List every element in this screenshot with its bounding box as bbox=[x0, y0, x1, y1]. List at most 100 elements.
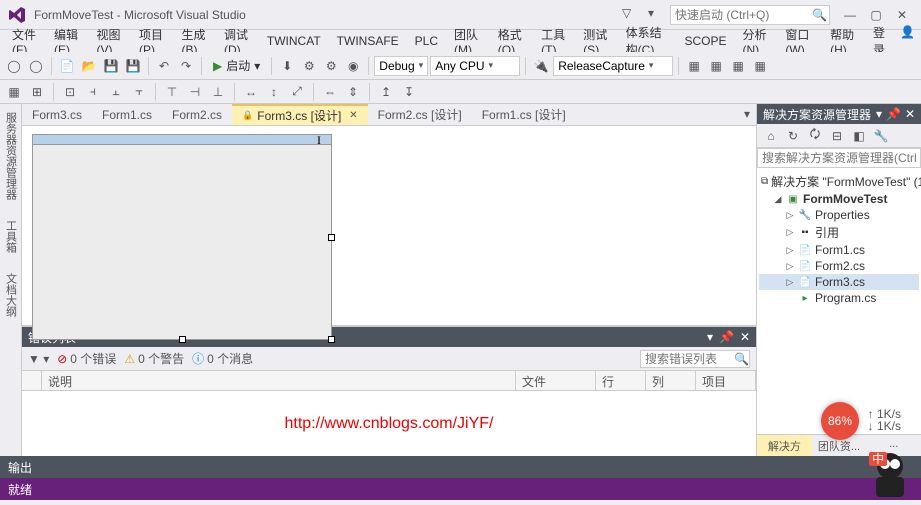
project-node[interactable]: ◢▣FormMoveTest bbox=[759, 191, 919, 207]
close-tab-icon[interactable]: ✕ bbox=[349, 110, 357, 121]
design-form[interactable]: I bbox=[32, 134, 332, 340]
error-list-panel: 错误列表▾📌✕ ▼ ▾ ⊘0 个错误 ⚠0 个警告 ⓘ0 个消息 🔍 说明 文件… bbox=[22, 326, 756, 456]
tc-icon-4[interactable]: ◉ bbox=[343, 56, 363, 76]
tree-properties[interactable]: ▷🔧Properties bbox=[759, 207, 919, 223]
layout-icon-3[interactable]: ▦ bbox=[728, 56, 748, 76]
form-designer[interactable]: I bbox=[22, 126, 756, 326]
save-icon[interactable]: 💾 bbox=[101, 56, 121, 76]
maximize-button[interactable]: ▢ bbox=[863, 8, 889, 22]
resize-handle-se[interactable] bbox=[328, 336, 335, 343]
filter-dropdown[interactable]: ▼ ▾ bbox=[28, 352, 49, 366]
resize-handle-s[interactable] bbox=[179, 336, 186, 343]
messages-filter[interactable]: ⓘ0 个消息 bbox=[192, 350, 253, 367]
home-icon[interactable]: ⌂ bbox=[761, 126, 781, 146]
open-icon[interactable]: 📂 bbox=[79, 56, 99, 76]
align-l-icon[interactable]: ⫞ bbox=[83, 82, 103, 102]
sync-icon[interactable]: ↻ bbox=[783, 126, 803, 146]
close-panel-icon[interactable]: ✕ bbox=[905, 107, 915, 121]
menu-scope[interactable]: SCOPE bbox=[678, 32, 732, 50]
user-icon[interactable]: 👤 bbox=[900, 22, 915, 42]
redo-icon[interactable]: ↷ bbox=[176, 56, 196, 76]
align-t-icon[interactable]: ⊤ bbox=[162, 82, 182, 102]
new-project-icon[interactable]: 📄 bbox=[57, 56, 77, 76]
menu-plc[interactable]: PLC bbox=[409, 32, 444, 50]
align-b-icon[interactable]: ⊥ bbox=[208, 82, 228, 102]
layout-icon-2[interactable]: ▦ bbox=[706, 56, 726, 76]
close-panel-icon[interactable]: ✕ bbox=[740, 330, 750, 344]
explorer-search-input[interactable] bbox=[757, 148, 921, 168]
tc-icon-3[interactable]: ⚙ bbox=[321, 56, 341, 76]
explorer-tab-solution[interactable]: 解决方案... bbox=[757, 435, 812, 456]
tc-icon-2[interactable]: ⚙ bbox=[299, 56, 319, 76]
close-button[interactable]: ✕ bbox=[889, 8, 915, 22]
collapse-icon[interactable]: ⊟ bbox=[827, 126, 847, 146]
size-icon[interactable]: ↕ bbox=[264, 82, 284, 102]
editor-tabs: Form3.cs Form1.cs Form2.cs 🔒Form3.cs [设计… bbox=[22, 104, 756, 126]
minimize-button[interactable]: — bbox=[837, 8, 863, 22]
tab-form1cs[interactable]: Form1.cs bbox=[92, 104, 162, 125]
space-icon[interactable]: ⇔ bbox=[320, 82, 340, 102]
solution-node[interactable]: ⧉解决方案 "FormMoveTest" (1 bbox=[759, 172, 919, 191]
panel-menu-icon[interactable]: ▾ bbox=[876, 107, 882, 121]
config-dropdown[interactable]: Debug▾ bbox=[374, 56, 428, 76]
errors-filter[interactable]: ⊘0 个错误 bbox=[57, 350, 116, 367]
release-dropdown[interactable]: ReleaseCapture▾ bbox=[553, 56, 673, 76]
notification-icon[interactable]: ▽ bbox=[622, 6, 640, 24]
tree-references[interactable]: ▷▪▪引用 bbox=[759, 223, 919, 242]
ext-icon[interactable]: 🔌 bbox=[531, 56, 551, 76]
pin-icon[interactable]: 📌 bbox=[719, 330, 734, 344]
main-toolbar: ◯ ◯ 📄 📂 💾 💾 ↶ ↷ ▶ 启动 ▾ ⬇ ⚙ ⚙ ◉ Debug▾ An… bbox=[0, 52, 921, 80]
align-icon[interactable]: ⊞ bbox=[27, 82, 47, 102]
layout-icon-4[interactable]: ▦ bbox=[750, 56, 770, 76]
tab-form1-design[interactable]: Form1.cs [设计] bbox=[472, 104, 576, 125]
tab-form2cs[interactable]: Form2.cs bbox=[162, 104, 232, 125]
save-all-icon[interactable]: 💾 bbox=[123, 56, 143, 76]
side-doc-outline[interactable]: 文档大纲 bbox=[3, 269, 19, 321]
space-icon[interactable]: ⇕ bbox=[343, 82, 363, 102]
align-m-icon[interactable]: ⊣ bbox=[185, 82, 205, 102]
panel-menu-icon[interactable]: ▾ bbox=[707, 330, 713, 344]
quick-launch[interactable]: 🔍 bbox=[670, 5, 827, 25]
order-icon[interactable]: ↧ bbox=[399, 82, 419, 102]
refresh-icon[interactable]: 🗘 bbox=[805, 126, 825, 146]
start-button[interactable]: ▶ 启动 ▾ bbox=[207, 57, 266, 74]
align-icon[interactable]: ▦ bbox=[4, 82, 24, 102]
platform-dropdown[interactable]: Any CPU▾ bbox=[430, 56, 520, 76]
align-r-icon[interactable]: ⫟ bbox=[129, 82, 149, 102]
menu-twincat[interactable]: TWINCAT bbox=[261, 32, 327, 50]
play-icon: ▶ bbox=[213, 59, 222, 73]
error-list-body: http://www.cnblogs.com/JiYF/ bbox=[22, 391, 756, 456]
menu-twinsafe[interactable]: TWINSAFE bbox=[331, 32, 405, 50]
show-files-icon[interactable]: ◧ bbox=[849, 126, 869, 146]
side-toolbox[interactable]: 工具箱 bbox=[3, 216, 19, 257]
undo-icon[interactable]: ↶ bbox=[154, 56, 174, 76]
status-bar: 就绪 bbox=[0, 478, 921, 500]
size-icon[interactable]: ↔ bbox=[241, 82, 261, 102]
tab-overflow[interactable]: ▾ bbox=[738, 104, 756, 125]
tab-form3-design[interactable]: 🔒Form3.cs [设计]✕ bbox=[232, 104, 368, 125]
output-panel-header[interactable]: 输出 bbox=[0, 456, 921, 478]
warnings-filter[interactable]: ⚠0 个警告 bbox=[124, 350, 184, 367]
tab-form2-design[interactable]: Form2.cs [设计] bbox=[368, 104, 472, 125]
grid-icon[interactable]: ⊡ bbox=[60, 82, 80, 102]
tc-icon-1[interactable]: ⬇ bbox=[277, 56, 297, 76]
tree-form2[interactable]: ▷📄Form2.cs bbox=[759, 258, 919, 274]
nav-fwd-icon[interactable]: ◯ bbox=[26, 56, 46, 76]
size-icon[interactable]: ⤢ bbox=[287, 82, 307, 102]
tree-program[interactable]: ▸Program.cs bbox=[759, 290, 919, 306]
solution-tree[interactable]: ⧉解决方案 "FormMoveTest" (1 ◢▣FormMoveTest ▷… bbox=[757, 168, 921, 434]
align-c-icon[interactable]: ⫠ bbox=[106, 82, 126, 102]
quick-launch-input[interactable] bbox=[670, 5, 830, 25]
layout-icon-1[interactable]: ▦ bbox=[684, 56, 704, 76]
tab-form3cs[interactable]: Form3.cs bbox=[22, 104, 92, 125]
order-icon[interactable]: ↥ bbox=[376, 82, 396, 102]
pin-icon[interactable]: 📌 bbox=[886, 107, 901, 121]
properties-icon[interactable]: 🔧 bbox=[871, 126, 891, 146]
resize-handle-e[interactable] bbox=[328, 234, 335, 241]
error-columns: 说明 文件 行 列 项目 bbox=[22, 371, 756, 391]
tree-form1[interactable]: ▷📄Form1.cs bbox=[759, 242, 919, 258]
nav-back-icon[interactable]: ◯ bbox=[4, 56, 24, 76]
feedback-icon[interactable]: ▾ bbox=[648, 6, 666, 24]
side-server-explorer[interactable]: 服务器资源管理器 bbox=[3, 108, 19, 204]
tree-form3[interactable]: ▷📄Form3.cs bbox=[759, 274, 919, 290]
